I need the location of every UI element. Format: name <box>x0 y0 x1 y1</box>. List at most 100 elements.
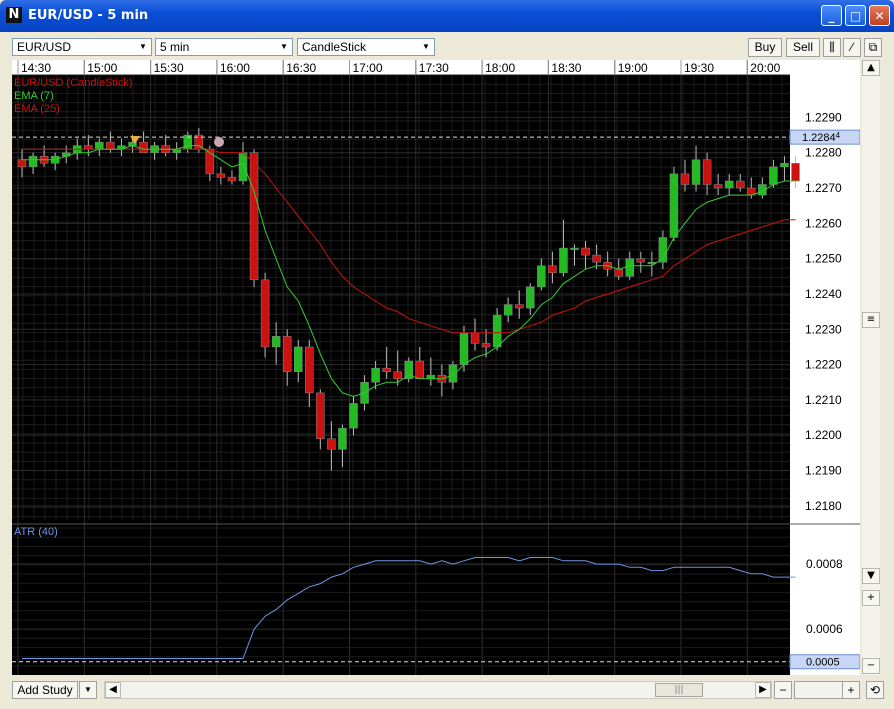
sell-button[interactable]: Sell <box>786 38 820 57</box>
candle-body <box>216 173 226 178</box>
candle-body <box>106 141 115 150</box>
x-tick-label: 18:30 <box>551 61 581 75</box>
title-bar: N EUR/USD - 5 min _ □ ✕ <box>0 0 894 32</box>
y-tick-label: 1.2250 <box>805 252 842 266</box>
candle-body <box>614 268 623 277</box>
interval-select[interactable]: 5 min ▼ <box>155 38 293 56</box>
interval-value: 5 min <box>160 40 190 54</box>
add-study-button[interactable]: Add Study <box>12 681 78 699</box>
y-tick-label: 1.2290 <box>805 110 842 124</box>
candle-body <box>238 152 248 182</box>
y-tick-label: 1.2240 <box>805 287 842 301</box>
candle-body <box>537 265 546 288</box>
candle-body <box>570 247 579 250</box>
chevron-down-icon[interactable]: ▼ <box>135 39 151 55</box>
y-tick-label: 1.2260 <box>805 216 842 230</box>
candle-body <box>636 258 646 263</box>
candle-body <box>724 180 734 189</box>
zoom-out-horizontal-icon[interactable]: − <box>774 681 792 699</box>
chart-style-value: CandleStick <box>302 40 367 54</box>
candle-body <box>305 346 314 394</box>
atr-y-tick-label: 0.0006 <box>806 622 843 636</box>
chart-area[interactable]: 14:30 15:00 15:30 16:00 16:30 17:00 17:30 18:00… <box>11 60 861 675</box>
candle-body <box>17 159 27 168</box>
current-price-suffix: 4 <box>836 131 841 140</box>
horizontal-scrollbar[interactable]: ◀ ||| ▶ <box>104 681 772 699</box>
candle-body <box>625 258 634 277</box>
restore-window-icon[interactable]: ⧉ <box>864 38 882 57</box>
candle-body <box>84 145 93 150</box>
candle <box>404 357 413 383</box>
chevron-down-icon[interactable]: ▼ <box>418 39 434 55</box>
candle-body <box>327 438 336 450</box>
candle-body <box>769 166 778 185</box>
x-tick-label: 15:00 <box>87 61 117 75</box>
x-tick-label: 18:00 <box>485 61 515 75</box>
instrument-select[interactable]: EUR/USD ▼ <box>12 38 152 56</box>
atr-current-label: 0.0005 <box>789 654 861 670</box>
candle-body <box>459 332 469 365</box>
candle-body <box>371 367 380 383</box>
candle-body <box>393 371 402 379</box>
candle-body <box>227 177 237 182</box>
chart-style-select[interactable]: CandleStick ▼ <box>297 38 435 56</box>
legend-ema25: EMA (25) <box>14 103 60 115</box>
time-axis-background <box>12 60 790 75</box>
candle-body <box>316 392 325 440</box>
candle-body <box>503 304 513 316</box>
candle-body <box>780 163 789 168</box>
candle <box>669 166 679 241</box>
candle-body <box>481 343 491 348</box>
x-tick-label: 20:00 <box>750 61 780 75</box>
window-title: EUR/USD - 5 min <box>28 8 149 23</box>
candle-body <box>691 159 701 185</box>
y-tick-label: 1.2190 <box>805 464 842 478</box>
refresh-icon[interactable]: ⟲ <box>866 681 884 699</box>
scroll-right-icon[interactable]: ▶ <box>755 682 771 698</box>
chart-svg[interactable]: 14:30 15:00 15:30 16:00 16:30 17:00 17:30 18:00… <box>11 60 861 675</box>
chevron-down-icon[interactable]: ▼ <box>79 681 97 699</box>
chevron-down-icon[interactable]: ▼ <box>276 39 292 55</box>
close-button[interactable]: ✕ <box>869 5 890 26</box>
x-tick-label: 14:30 <box>21 61 51 75</box>
candle <box>260 272 270 358</box>
y-tick-label: 1.2210 <box>805 393 842 407</box>
x-tick-label: 15:30 <box>154 61 184 75</box>
chart-style-icon[interactable]: ⫼ <box>823 38 841 57</box>
candle-body <box>249 152 259 281</box>
candle-body <box>492 314 502 348</box>
scroll-up-icon[interactable]: ▲ <box>862 60 880 76</box>
candle-body <box>592 254 601 263</box>
scroll-left-icon[interactable]: ◀ <box>105 682 121 698</box>
zoom-out-icon[interactable]: − <box>862 658 880 674</box>
minimize-button[interactable]: _ <box>821 5 842 26</box>
scroll-down-icon[interactable]: ▼ <box>862 568 880 584</box>
candle-body <box>415 360 425 379</box>
maximize-button[interactable]: □ <box>845 5 866 26</box>
bottom-bar: Add Study ▼ ◀ ||| ▶ − + ⟲ <box>4 678 890 702</box>
zoom-in-icon[interactable]: + <box>862 590 880 606</box>
candle <box>249 149 259 287</box>
candle-body <box>581 247 590 256</box>
candle-body <box>669 173 679 238</box>
vertical-scrollbar[interactable]: ▲ ≡ ▼ + − <box>862 60 880 675</box>
legend-atr: ATR (40) <box>14 526 58 538</box>
zoom-in-horizontal-icon[interactable]: + <box>842 681 860 699</box>
zoom-track[interactable] <box>794 681 844 699</box>
scroll-grip-icon[interactable]: ≡ <box>862 312 880 328</box>
candle-body <box>448 364 458 383</box>
candle-body <box>139 141 148 153</box>
atr-y-tick-label: 0.0008 <box>806 557 843 571</box>
scroll-thumb[interactable]: ||| <box>655 683 703 697</box>
y-tick-label: 1.2200 <box>805 428 842 442</box>
buy-button[interactable]: Buy <box>748 38 782 57</box>
candle-body <box>791 163 800 182</box>
candle-body <box>28 155 38 168</box>
chart-toolbar: EUR/USD ▼ 5 min ▼ CandleStick ▼ Buy Sell… <box>4 32 890 60</box>
y-tick-label: 1.2220 <box>805 358 842 372</box>
y-tick-label: 1.2280 <box>805 146 842 160</box>
atr-current-value: 0.0005 <box>806 657 840 669</box>
candle-body <box>702 159 712 185</box>
draw-line-icon[interactable]: ⁄ <box>843 38 861 57</box>
x-tick-label: 19:30 <box>684 61 714 75</box>
